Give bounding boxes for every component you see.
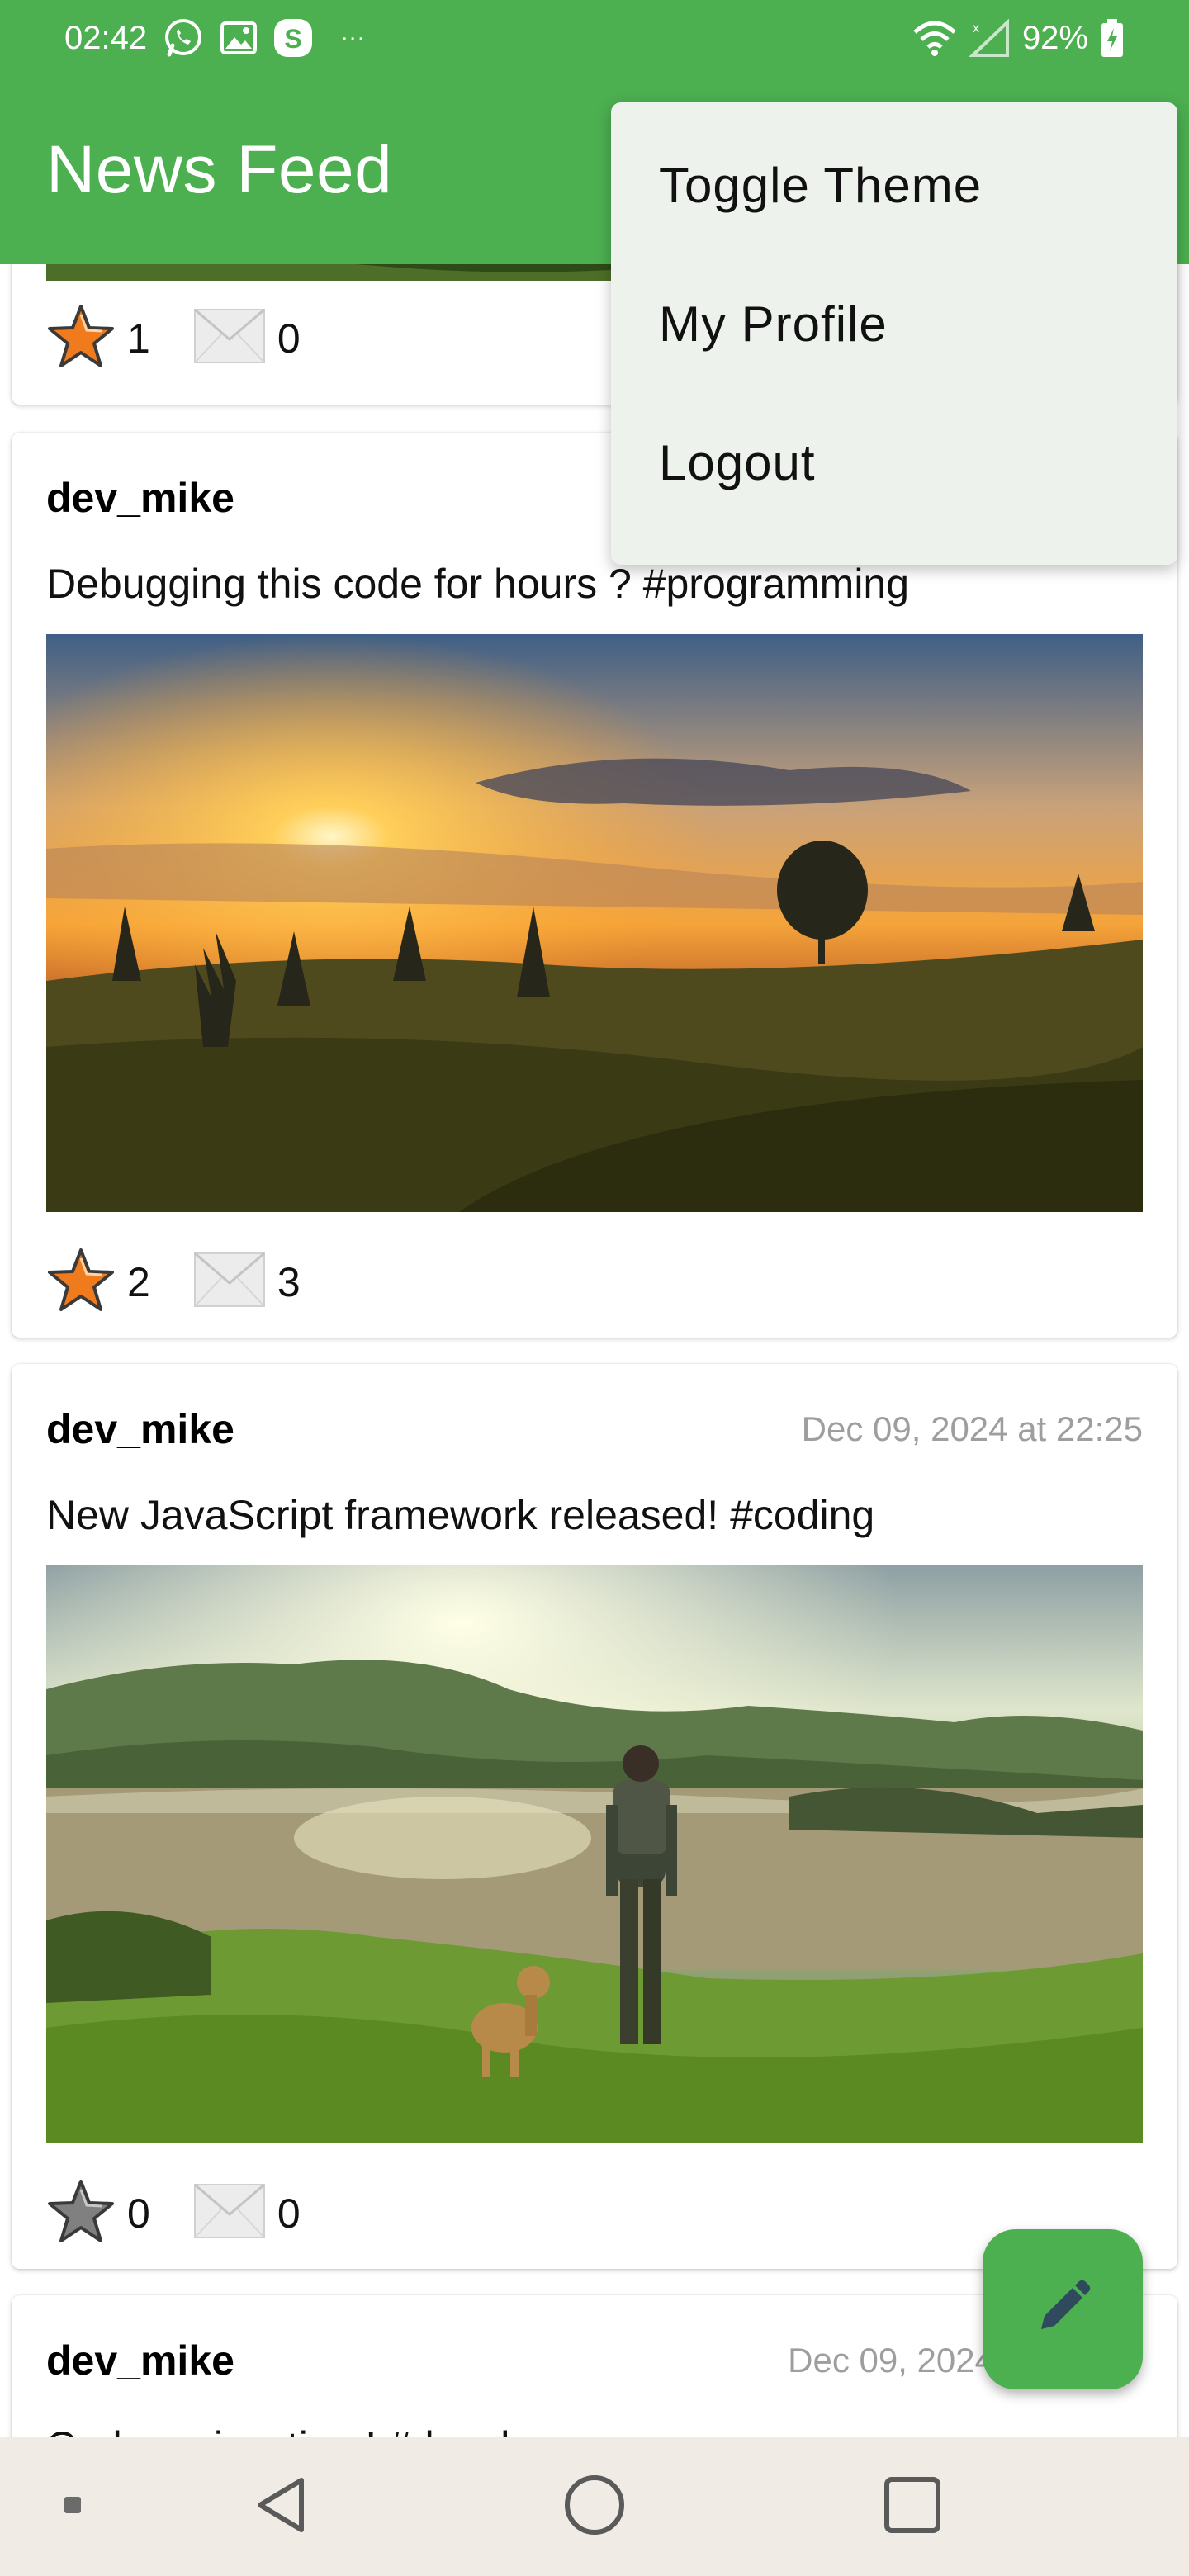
sunset-landscape-image xyxy=(46,634,1143,1212)
svg-text:S: S xyxy=(284,24,301,54)
comment-button[interactable]: 0 xyxy=(193,2180,301,2247)
comment-count: 0 xyxy=(277,2190,301,2237)
battery-icon xyxy=(1100,18,1125,58)
back-triangle-icon xyxy=(252,2475,310,2539)
nav-back-button[interactable] xyxy=(239,2437,322,2576)
like-button[interactable]: 0 xyxy=(46,2176,150,2250)
overflow-menu: Toggle Theme My Profile Logout xyxy=(611,102,1177,565)
app-screen: 02:42 S ··· x 92% News Feed 1 0 dev_mike… xyxy=(0,0,1189,2576)
whatsapp-icon xyxy=(162,17,205,59)
like-count: 2 xyxy=(127,1258,150,1305)
status-time: 02:42 xyxy=(64,19,148,56)
nav-recents-button[interactable] xyxy=(871,2437,954,2576)
square-dot-icon xyxy=(63,2495,83,2519)
post-text: Code review time! #developer xyxy=(46,2422,1143,2437)
envelope-icon xyxy=(193,305,266,372)
post-actions: 1 0 xyxy=(46,301,343,375)
post-username[interactable]: dev_mike xyxy=(46,474,234,522)
more-notifications: ··· xyxy=(340,24,366,51)
post-timestamp: Dec 09, 2024 at 22:25 xyxy=(801,1409,1143,1448)
like-button[interactable]: 2 xyxy=(46,1245,150,1319)
nav-home-button[interactable] xyxy=(553,2437,636,2576)
post-card[interactable]: dev_mike Debugging this code for hours ?… xyxy=(12,433,1177,1338)
menu-item-my-profile[interactable]: My Profile xyxy=(611,254,1177,393)
hiker-with-dog-image xyxy=(46,1565,1143,2143)
wifi-icon xyxy=(912,19,958,57)
comment-count: 0 xyxy=(277,315,301,362)
post-text: New JavaScript framework released! #codi… xyxy=(46,1492,875,1538)
signal-icon: x xyxy=(969,19,1011,57)
news-feed-list[interactable]: 1 0 dev_mike Debugging this code for hou… xyxy=(0,264,1189,2437)
post-username[interactable]: dev_mike xyxy=(46,1405,234,1453)
post-actions: 2 3 xyxy=(46,1245,343,1319)
new-post-button[interactable] xyxy=(983,2229,1143,2389)
page-title: News Feed xyxy=(46,132,393,207)
battery-percent: 92% xyxy=(1021,19,1088,56)
post-header: dev_mike Dec 09, 2024 at 22:25 xyxy=(46,1405,1143,1453)
system-navigation-bar xyxy=(0,2437,1189,2576)
svg-text:x: x xyxy=(973,21,979,36)
post-card[interactable]: dev_mike Dec 09, 2024 at 22:25 New JavaS… xyxy=(12,1364,1177,2269)
comment-count: 3 xyxy=(277,1258,301,1305)
star-icon xyxy=(46,301,116,375)
gallery-icon xyxy=(220,19,258,57)
like-count: 1 xyxy=(127,315,150,362)
post-image[interactable] xyxy=(46,1565,1143,2143)
comment-button[interactable]: 3 xyxy=(193,1248,301,1315)
star-icon xyxy=(46,1245,116,1319)
envelope-icon xyxy=(193,1248,266,1315)
home-circle-icon xyxy=(563,2474,626,2540)
menu-item-logout[interactable]: Logout xyxy=(611,393,1177,532)
like-count: 0 xyxy=(127,2190,150,2237)
post-timestamp: Dec 09, 2024 xyxy=(788,2341,994,2379)
menu-item-toggle-theme[interactable]: Toggle Theme xyxy=(611,116,1177,254)
skype-icon: S xyxy=(272,17,314,59)
post-image[interactable] xyxy=(46,634,1143,1212)
nav-dot-button[interactable] xyxy=(48,2437,97,2576)
like-button[interactable]: 1 xyxy=(46,301,150,375)
post-actions: 0 0 xyxy=(46,2176,343,2250)
envelope-icon xyxy=(193,2180,266,2247)
post-header: dev_mike Dec 09, 2024 xyxy=(46,2337,1143,2384)
status-bar: 02:42 S ··· x 92% xyxy=(0,0,1189,76)
post-text: Debugging this code for hours ? #program… xyxy=(46,561,910,607)
pencil-icon xyxy=(1030,2275,1096,2345)
recents-square-icon xyxy=(883,2476,941,2538)
comment-button[interactable]: 0 xyxy=(193,305,301,372)
star-icon xyxy=(46,2176,116,2250)
post-username[interactable]: dev_mike xyxy=(46,2337,234,2384)
